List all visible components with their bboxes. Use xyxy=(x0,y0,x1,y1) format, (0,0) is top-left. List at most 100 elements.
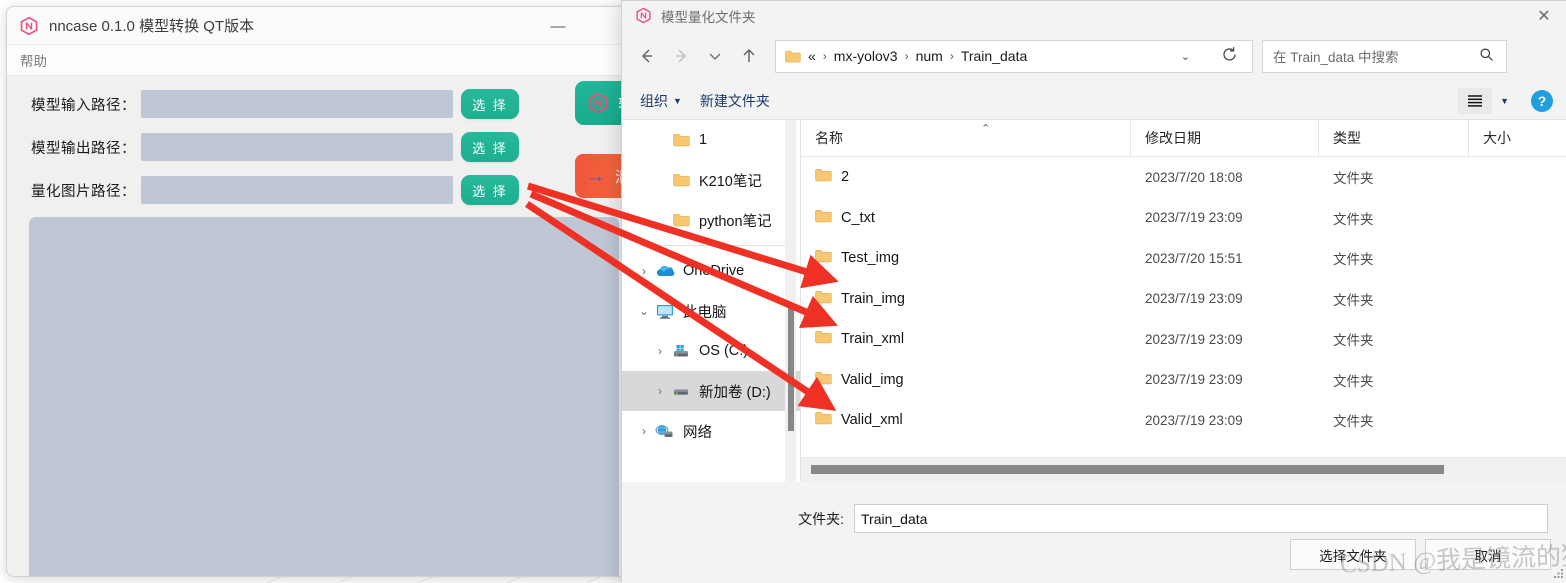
refresh-icon xyxy=(1223,46,1236,61)
expander-icon[interactable]: ⌄ xyxy=(634,304,654,318)
dialog-title: 模型量化文件夹 xyxy=(661,9,756,25)
input-model-output-path[interactable] xyxy=(141,133,453,161)
cancel-button[interactable]: 取消 xyxy=(1425,539,1551,570)
sort-indicator-icon: ⌃ xyxy=(981,123,991,135)
tree-item-network[interactable]: › 网络 xyxy=(622,411,800,451)
expander-icon[interactable]: › xyxy=(650,344,670,358)
folder-picker-dialog: 模型量化文件夹 ✕ « › mx-yolov3 › num › Train_da… xyxy=(621,0,1566,583)
select-quant-image-button[interactable]: 选 择 xyxy=(461,175,519,205)
file-name: Valid_img xyxy=(841,371,904,388)
select-model-input-button[interactable]: 选 择 xyxy=(461,89,519,119)
dialog-navbar: « › mx-yolov3 › num › Train_data ⌄ 在 Tra… xyxy=(622,30,1566,82)
tree-scrollbar-thumb[interactable] xyxy=(788,303,794,431)
expander-icon[interactable]: › xyxy=(634,424,654,438)
chevron-down-icon[interactable]: ▼ xyxy=(1500,96,1509,106)
input-quant-image-path[interactable] xyxy=(141,176,453,204)
close-icon[interactable]: ✕ xyxy=(1521,1,1566,30)
table-row[interactable]: Test_img 2023/7/20 15:51 文件夹 xyxy=(801,238,1566,279)
refresh-icon[interactable] xyxy=(1221,46,1238,67)
minimize-button[interactable]: — xyxy=(545,16,571,36)
view-mode-button[interactable] xyxy=(1458,87,1493,114)
folder-icon xyxy=(815,371,832,389)
folder-icon xyxy=(815,249,832,267)
file-name: Train_xml xyxy=(841,331,905,348)
toolbar-right-group: ▼ ? xyxy=(1458,87,1553,114)
tree-item-label: python笔记 xyxy=(699,213,772,230)
back-button[interactable] xyxy=(630,39,664,73)
table-row[interactable]: C_txt 2023/7/19 23:09 文件夹 xyxy=(801,198,1566,239)
tree-item-k210[interactable]: › K210笔记 xyxy=(622,160,800,200)
table-row[interactable]: Train_img 2023/7/19 23:09 文件夹 xyxy=(801,279,1566,320)
list-view-icon xyxy=(1468,94,1483,107)
tree-item-onedrive[interactable]: › OneDrive xyxy=(622,251,800,291)
file-type: 文件夹 xyxy=(1333,252,1374,268)
chevron-down-icon xyxy=(709,53,721,60)
horizontal-scrollbar-thumb[interactable] xyxy=(811,465,1444,474)
nncase-logo-icon xyxy=(636,7,651,24)
tree-item-label: OneDrive xyxy=(683,263,745,279)
select-model-output-button[interactable]: 选 择 xyxy=(461,132,519,162)
file-list: 名称 修改日期 类型 大小 ⌃ 2 2023/7/20 18:08 文件夹 C_… xyxy=(801,120,1566,482)
breadcrumb-item-2[interactable]: Train_data xyxy=(961,48,1027,64)
table-row[interactable]: Train_xml 2023/7/19 23:09 文件夹 xyxy=(801,319,1566,360)
expander-icon[interactable]: › xyxy=(634,264,654,278)
folder-name-value: Train_data xyxy=(861,510,928,527)
table-row[interactable]: Valid_img 2023/7/19 23:09 文件夹 xyxy=(801,360,1566,401)
tree-item-os-c[interactable]: › OS (C:) xyxy=(622,331,800,371)
form-row-model-output: 模型输出路径： 选 择 xyxy=(7,131,639,163)
app-menubar: 帮助 xyxy=(7,45,639,76)
file-type: 文件夹 xyxy=(1333,171,1374,187)
breadcrumb-separator: › xyxy=(949,49,954,63)
folder-icon xyxy=(670,173,692,187)
breadcrumb-item-0[interactable]: mx-yolov3 xyxy=(834,48,898,64)
console-output[interactable] xyxy=(29,217,619,576)
horizontal-scrollbar[interactable] xyxy=(801,457,1566,482)
expander-icon[interactable]: › xyxy=(650,384,670,398)
file-name: Test_img xyxy=(841,250,900,267)
select-folder-button[interactable]: 选择文件夹 xyxy=(1290,539,1416,570)
folder-icon xyxy=(815,209,832,227)
tree-item-1[interactable]: › 1 xyxy=(622,120,800,160)
table-row[interactable]: 2 2023/7/20 18:08 文件夹 xyxy=(801,157,1566,198)
column-header-type[interactable]: 类型 xyxy=(1319,120,1469,156)
file-type: 文件夹 xyxy=(1333,211,1374,227)
column-header-size[interactable]: 大小 xyxy=(1469,120,1559,156)
resize-grip-icon[interactable] xyxy=(1553,568,1564,579)
search-input[interactable]: 在 Train_data 中搜索 xyxy=(1262,39,1507,73)
organize-button[interactable]: 组织 ▼ xyxy=(640,91,682,111)
folder-icon xyxy=(670,133,692,147)
recent-locations-button[interactable] xyxy=(698,39,732,73)
nncase-app-window: nncase 0.1.0 模型转换 QT版本 — 帮助 模型输入路径： 选 择 … xyxy=(6,6,640,577)
help-button[interactable]: ? xyxy=(1531,89,1553,112)
up-button[interactable] xyxy=(732,39,766,73)
input-model-input-path[interactable] xyxy=(141,90,453,118)
breadcrumb-separator: › xyxy=(822,49,827,63)
file-name: 2 xyxy=(841,169,850,186)
dialog-main: › 1 › K210笔记 › xyxy=(622,120,1566,482)
form-row-quant-images: 量化图片路径： 选 择 xyxy=(7,174,639,206)
arrow-up-icon xyxy=(743,49,755,62)
tree-item-new-volume-d[interactable]: › 新加卷 (D:) xyxy=(622,371,800,411)
folder-name-input[interactable]: Train_data xyxy=(854,504,1548,533)
breadcrumb-bar[interactable]: « › mx-yolov3 › num › Train_data ⌄ xyxy=(775,39,1253,73)
tree-item-python[interactable]: › python笔记 xyxy=(622,200,800,240)
table-row[interactable]: Valid_xml 2023/7/19 23:09 文件夹 xyxy=(801,400,1566,441)
column-header-date[interactable]: 修改日期 xyxy=(1131,120,1319,156)
arrow-right-icon xyxy=(676,49,686,63)
folder-icon xyxy=(785,50,801,62)
new-folder-button[interactable]: 新建文件夹 xyxy=(700,91,770,111)
breadcrumb-item-1[interactable]: num xyxy=(916,48,943,64)
dialog-buttons: 选择文件夹 取消 xyxy=(1290,539,1551,570)
chevron-down-icon[interactable]: ⌄ xyxy=(1181,50,1190,63)
menu-item-help[interactable]: 帮助 xyxy=(20,50,47,70)
tree-item-label: 1 xyxy=(699,132,708,148)
forward-button[interactable] xyxy=(664,39,698,73)
search-placeholder: 在 Train_data 中搜索 xyxy=(1273,50,1399,65)
tree-item-this-pc[interactable]: ⌄ 此电脑 xyxy=(622,291,800,331)
expander-icon: › xyxy=(650,133,670,147)
app-title: nncase 0.1.0 模型转换 QT版本 xyxy=(49,18,255,35)
breadcrumb-overflow[interactable]: « xyxy=(808,48,816,64)
nncase-logo-icon xyxy=(20,16,38,35)
column-header-name[interactable]: 名称 xyxy=(801,120,1131,156)
file-date: 2023/7/19 23:09 xyxy=(1145,331,1243,347)
